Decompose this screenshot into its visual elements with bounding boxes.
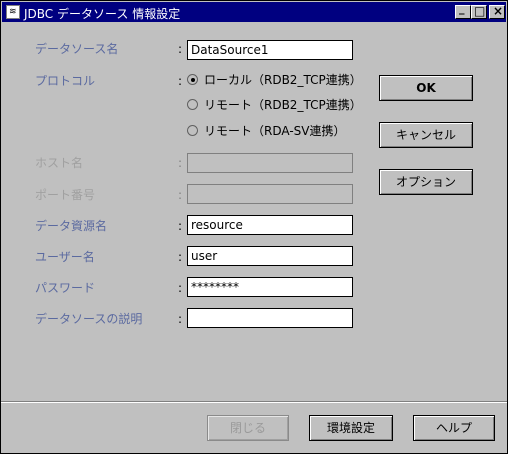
maximize-icon: □ (474, 4, 486, 18)
datasource-name-label: データソース名 (35, 42, 119, 56)
password-field[interactable]: ******** (187, 277, 353, 297)
ok-button[interactable]: OK (379, 75, 473, 101)
close-dialog-button: 閉じる (207, 415, 289, 441)
user-name-colon: : (178, 250, 183, 264)
close-icon: × (493, 4, 504, 18)
protocol-option-label: ローカル（RDB2_TCP連携） (204, 73, 362, 87)
footer-separator-highlight (1, 402, 507, 403)
app-icon[interactable]: ≋ (6, 5, 20, 19)
protocol-option-label: リモート（RDB2_TCP連携） (204, 98, 362, 112)
port-number-label: ポート番号 (35, 188, 96, 202)
protocol-label: プロトコル (35, 74, 96, 88)
datasource-name-colon: : (178, 42, 183, 56)
protocol-option-remote-rdasv[interactable]: リモート（RDA-SV連携） (187, 122, 377, 140)
protocol-colon: : (178, 74, 183, 88)
radio-unselected-icon[interactable] (187, 99, 198, 110)
description-label: データソースの説明 (35, 312, 143, 326)
options-button[interactable]: オプション (379, 169, 473, 195)
host-name-field (187, 153, 353, 173)
close-button[interactable]: × (489, 4, 505, 19)
data-resource-name-field[interactable]: resource (187, 215, 353, 235)
data-resource-name-colon: : (178, 219, 183, 233)
radio-selected-icon[interactable] (187, 74, 198, 85)
description-field[interactable] (187, 308, 353, 328)
password-label: パスワード (35, 281, 96, 295)
cancel-button[interactable]: キャンセル (379, 122, 473, 148)
maximize-button[interactable]: □ (471, 4, 487, 19)
host-name-label: ホスト名 (35, 156, 84, 170)
radio-unselected-icon[interactable] (187, 125, 198, 136)
environment-settings-button[interactable]: 環境設定 (309, 415, 393, 441)
port-number-field (187, 184, 353, 204)
description-colon: : (178, 312, 183, 326)
password-colon: : (178, 281, 183, 295)
protocol-option-local-rdb2[interactable]: ローカル（RDB2_TCP連携） (187, 71, 377, 89)
user-name-field[interactable]: user (187, 246, 353, 266)
minimize-icon: _ (459, 2, 465, 15)
title-bar[interactable]: ≋ JDBC データソース 情報設定 _ □ × (2, 2, 506, 22)
minimize-button[interactable]: _ (455, 2, 471, 19)
host-name-colon: : (178, 156, 183, 170)
data-resource-name-label: データ資源名 (35, 219, 108, 233)
user-name-label: ユーザー名 (35, 250, 95, 264)
port-number-colon: : (178, 188, 183, 202)
datasource-name-field[interactable]: DataSource1 (187, 40, 353, 60)
window-title: JDBC データソース 情報設定 (24, 7, 181, 21)
protocol-option-remote-rdb2[interactable]: リモート（RDB2_TCP連携） (187, 96, 377, 114)
help-button[interactable]: ヘルプ (413, 415, 495, 441)
dialog-window: ≋ JDBC データソース 情報設定 _ □ × データソース名 : DataS… (0, 0, 508, 454)
protocol-option-label: リモート（RDA-SV連携） (204, 124, 346, 138)
app-icon-glyph: ≋ (9, 7, 17, 17)
